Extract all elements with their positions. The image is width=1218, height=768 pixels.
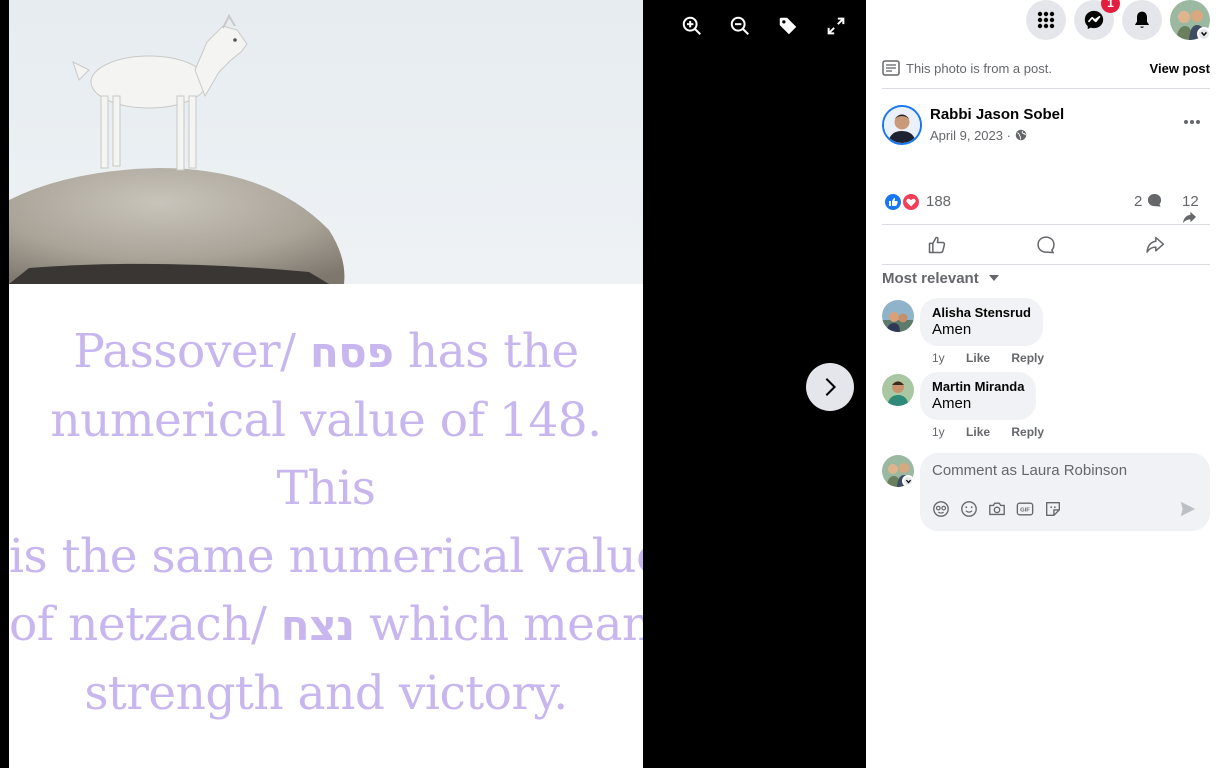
share-button[interactable]	[1100, 225, 1209, 265]
thumbs-up-icon	[928, 236, 945, 254]
share-arrow-icon	[1182, 211, 1197, 224]
top-navigation: 1	[866, 0, 1218, 48]
chevron-right-icon	[825, 378, 837, 396]
caption-line: strength and victory.	[84, 666, 568, 721]
reaction-summary: 188 2 12	[882, 190, 1210, 224]
camera-icon[interactable]	[986, 498, 1008, 520]
caption-line: of netzach/ נצח which means	[9, 597, 643, 652]
author-avatar[interactable]	[882, 105, 922, 145]
caption-line: Passover/ פסח has the	[73, 324, 579, 379]
comment-button[interactable]	[991, 225, 1100, 265]
sticker-icon[interactable]	[1042, 498, 1064, 520]
account-avatar[interactable]	[1170, 0, 1211, 41]
reaction-count[interactable]: 188	[926, 193, 951, 210]
comment-text: Amen	[932, 395, 972, 412]
comment-reply-link[interactable]: Reply	[1011, 425, 1044, 439]
comment-like-link[interactable]: Like	[966, 425, 990, 439]
zoom-in-icon[interactable]	[678, 12, 706, 40]
comment-bubble: Martin Miranda Amen	[920, 372, 1037, 420]
grid-menu-button[interactable]	[1026, 0, 1066, 40]
caption-line: numerical value of 148.	[50, 393, 602, 448]
post-date[interactable]: April 9, 2023 ·	[930, 128, 1027, 143]
comment-icon	[1036, 236, 1055, 254]
comment-composer: GIF	[920, 453, 1210, 531]
notifications-button[interactable]	[1122, 0, 1162, 40]
comment-age: 1y	[932, 425, 945, 439]
emoji-icon[interactable]	[958, 498, 980, 520]
comment-meta: 1y Like Reply	[932, 425, 1062, 439]
caret-down-icon	[988, 275, 999, 281]
post-sidebar: 1 This photo is from a post. View post R…	[866, 0, 1218, 768]
send-comment-button[interactable]	[1176, 497, 1200, 521]
next-photo-button[interactable]	[806, 363, 854, 411]
comment-input[interactable]	[932, 462, 1172, 479]
caption-line: is the same numerical value	[9, 529, 643, 584]
comment-author[interactable]: Martin Miranda	[932, 379, 1024, 394]
chevron-down-icon	[902, 475, 914, 487]
post-action-bar	[882, 224, 1210, 265]
comment-text: Amen	[932, 321, 972, 338]
share-icon	[1145, 236, 1164, 253]
more-dots-icon	[1184, 120, 1200, 124]
comment-bubble: Alisha Stensrud Amen	[920, 298, 1043, 346]
commenter-avatar[interactable]	[882, 374, 914, 406]
messenger-icon	[1084, 10, 1104, 30]
like-button[interactable]	[882, 225, 991, 265]
globe-icon	[1015, 129, 1026, 141]
commenter-avatar[interactable]	[882, 300, 914, 332]
comment-sort-dropdown[interactable]: Most relevant	[882, 270, 1000, 287]
comment-bubble-icon	[1147, 193, 1161, 207]
fullscreen-icon[interactable]	[822, 12, 850, 40]
comment-meta: 1y Like Reply	[932, 351, 1062, 365]
comment-reply-link[interactable]: Reply	[1011, 351, 1044, 365]
svg-text:GIF: GIF	[1020, 508, 1030, 514]
goat-on-rock-image	[9, 0, 643, 284]
post-options-button[interactable]	[1174, 108, 1210, 136]
post-icon	[882, 60, 900, 76]
photo-caption-text: Passover/ פסח has the numerical value of…	[9, 318, 643, 728]
view-post-link[interactable]: View post	[1150, 61, 1210, 76]
reaction-icons[interactable]	[884, 193, 922, 211]
tag-icon[interactable]	[774, 12, 802, 40]
post-photo[interactable]: Passover/ פסח has the numerical value of…	[9, 0, 643, 768]
messenger-badge: 1	[1101, 0, 1120, 13]
gif-icon[interactable]: GIF	[1014, 498, 1036, 520]
author-name[interactable]: Rabbi Jason Sobel	[930, 106, 1064, 123]
zoom-out-icon[interactable]	[726, 12, 754, 40]
share-count[interactable]: 12	[1182, 193, 1210, 227]
from-post-text: This photo is from a post.	[906, 61, 1052, 76]
comment-author[interactable]: Alisha Stensrud	[932, 305, 1031, 320]
avatar-sticker-icon[interactable]	[930, 498, 952, 520]
comment-like-link[interactable]: Like	[966, 351, 990, 365]
send-icon	[1180, 501, 1196, 517]
comment-count[interactable]: 2	[1134, 193, 1162, 210]
comment-age: 1y	[932, 351, 945, 365]
messenger-button[interactable]: 1	[1074, 0, 1120, 40]
photo-viewer: Passover/ פסח has the numerical value of…	[0, 0, 866, 768]
bell-icon	[1134, 11, 1150, 28]
chevron-down-icon	[1197, 27, 1211, 41]
grid-menu-icon	[1037, 11, 1055, 29]
composer-avatar[interactable]	[882, 455, 914, 487]
caption-line: This	[276, 461, 376, 516]
from-post-notice: This photo is from a post. View post	[882, 56, 1210, 89]
